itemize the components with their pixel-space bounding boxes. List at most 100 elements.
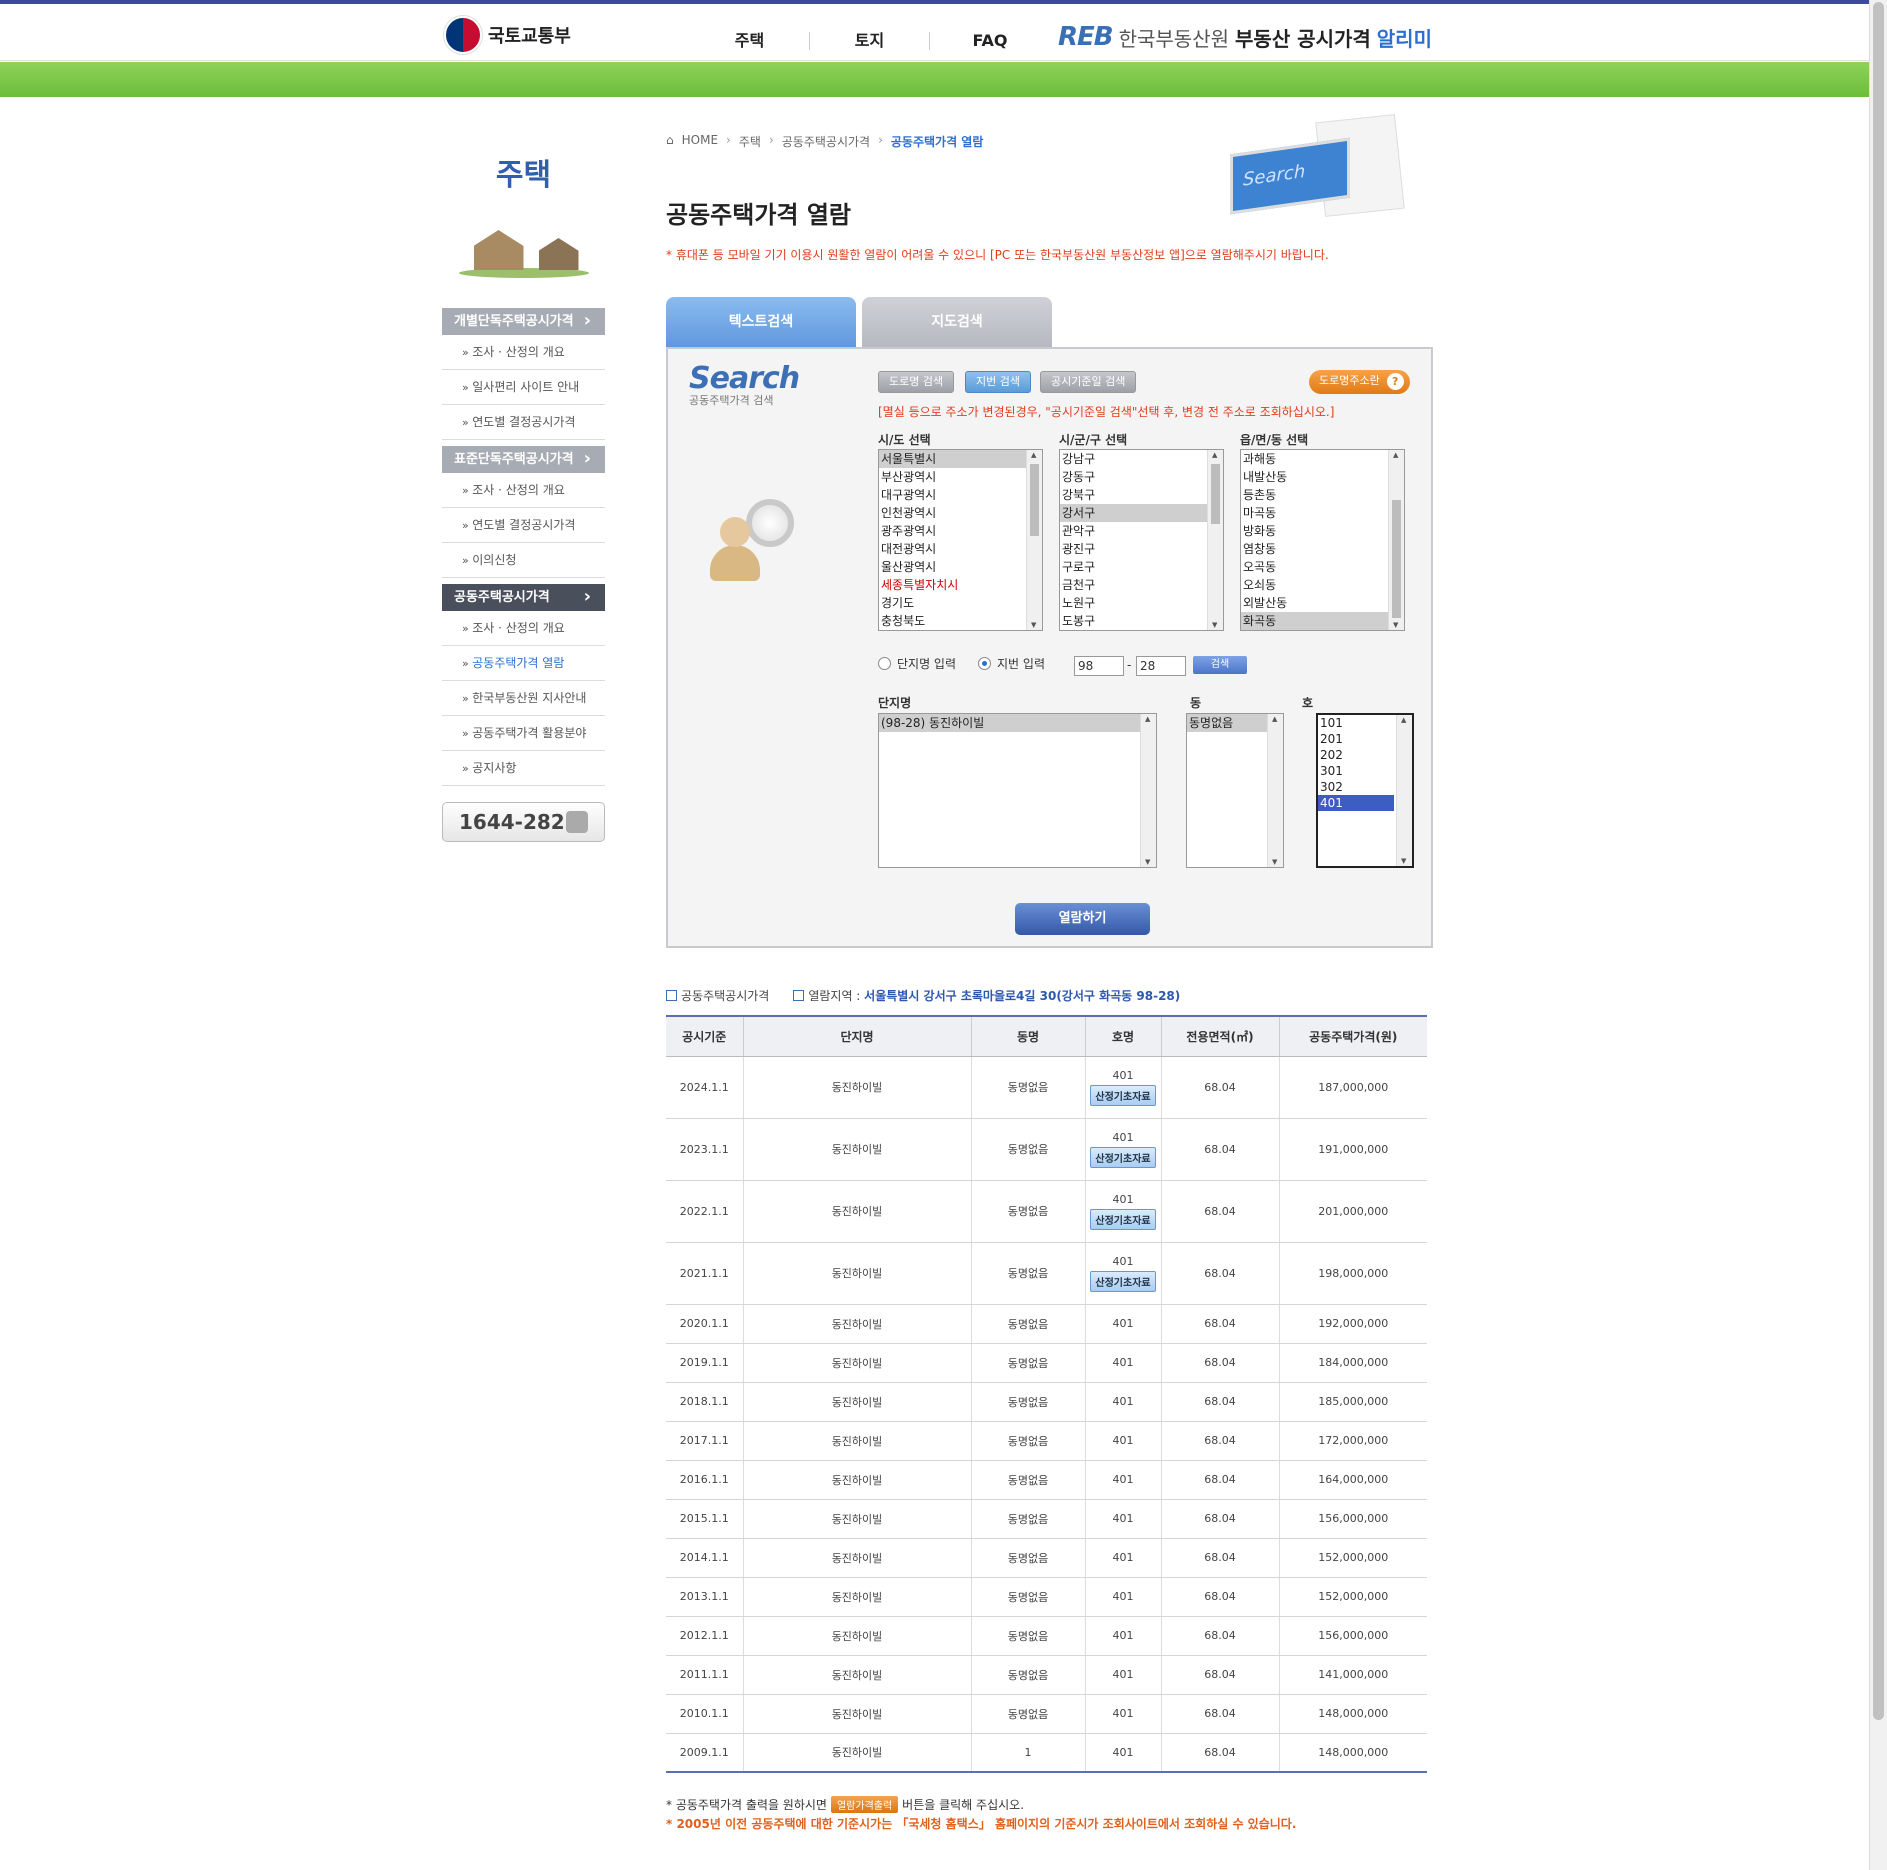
list-option[interactable]: 오쇠동 [1241, 576, 1404, 594]
cell-price: 198,000,000 [1279, 1242, 1427, 1305]
road-search-button[interactable]: 도로명 검색 [878, 371, 955, 393]
list-option[interactable]: 광진구 [1060, 540, 1223, 558]
search-tabs: 텍스트검색 지도검색 [666, 297, 1052, 347]
list-option[interactable]: 101 [1318, 715, 1394, 731]
print-price-button[interactable]: 열람가격출력 [830, 1796, 899, 1813]
lot-sub-input[interactable]: 28 [1136, 656, 1186, 676]
list-option[interactable]: 202 [1318, 747, 1394, 763]
list-option[interactable]: 노원구 [1060, 594, 1223, 612]
sidebar-item[interactable]: 이의신청 [442, 543, 605, 578]
lot-search-button[interactable]: 지번 검색 [965, 371, 1031, 393]
road-address-info-button[interactable]: 도로명주소란? [1309, 370, 1410, 394]
list-option[interactable]: 강북구 [1060, 486, 1223, 504]
breadcrumb-apt-price[interactable]: 공동주택공시가격 [782, 133, 870, 150]
sidebar-group-0[interactable]: 개별단독주택공시가격 [442, 307, 605, 335]
table-row: 2012.1.1 동진하이빌 동명없음 401 68.04 156,000,000 [666, 1616, 1427, 1656]
list-option[interactable]: 내발산동 [1241, 468, 1404, 486]
nav-faq[interactable]: FAQ [930, 32, 1050, 50]
list-option[interactable]: 세종특별자치시 [879, 576, 1042, 594]
gov-logo-text: 국토교통부 [488, 26, 571, 47]
list-option[interactable]: 서울특별시 [879, 450, 1042, 468]
sidebar-item[interactable]: 조사 · 산정의 개요 [442, 611, 605, 646]
list-scrollbar[interactable]: ▲ ▼ [1267, 714, 1283, 867]
list-option[interactable]: 대구광역시 [879, 486, 1042, 504]
calc-basis-button[interactable]: 산정기초자료 [1090, 1270, 1156, 1292]
list-option[interactable]: 강서구 [1060, 504, 1223, 522]
tab-text-search[interactable]: 텍스트검색 [666, 297, 856, 347]
list-option[interactable]: 금천구 [1060, 576, 1223, 594]
cell-name: 동진하이빌 [743, 1304, 972, 1344]
lot-main-input[interactable]: 98 [1074, 656, 1124, 676]
sidebar-group-1[interactable]: 표준단독주택공시가격 [442, 445, 605, 473]
base-date-search-button[interactable]: 공시기준일 검색 [1040, 371, 1137, 393]
list-option[interactable]: (98-28) 동진하이빌 [879, 714, 1156, 732]
nav-land[interactable]: 토지 [810, 32, 930, 50]
list-option[interactable]: 201 [1318, 731, 1394, 747]
list-option[interactable]: 외발산동 [1241, 594, 1404, 612]
list-option[interactable]: 부산광역시 [879, 468, 1042, 486]
radio-lot-number[interactable] [978, 657, 992, 670]
tab-map-search[interactable]: 지도검색 [862, 297, 1052, 347]
list-option[interactable]: 오곡동 [1241, 558, 1404, 576]
list-option[interactable]: 구로구 [1060, 558, 1223, 576]
sigungu-select[interactable]: 강남구 강동구 강북구 강서구 관악구 광진구 구로구 금천구 노원구 도봉구 ▲ ▼ [1059, 449, 1224, 631]
col-building: 동명 [971, 1015, 1086, 1057]
building-select[interactable]: 동명없음 ▲ ▼ [1186, 713, 1284, 868]
breadcrumb-home[interactable]: HOME [682, 133, 718, 150]
cell-dong: 동명없음 [971, 1382, 1086, 1422]
brand-logo[interactable]: REB 한국부동산원 부동산 공시가격 알리미 [1058, 22, 1432, 52]
view-button[interactable]: 열람하기 [1015, 903, 1150, 935]
radio-complex-name[interactable] [878, 657, 891, 670]
list-scrollbar[interactable]: ▲ ▼ [1026, 450, 1042, 630]
nav-housing[interactable]: 주택 [690, 32, 810, 50]
sidebar-item[interactable]: 한국부동산원 지사안내 [442, 681, 605, 716]
unit-select[interactable]: 101 201 202 301 302 401 ▲ ▼ [1316, 713, 1414, 868]
list-scrollbar[interactable]: ▲ ▼ [1388, 450, 1404, 630]
complex-select[interactable]: (98-28) 동진하이빌 ▲ ▼ [878, 713, 1157, 868]
sidebar-item[interactable]: 조사 · 산정의 개요 [442, 473, 605, 508]
list-option[interactable]: 대전광역시 [879, 540, 1042, 558]
list-option[interactable]: 과해동 [1241, 450, 1404, 468]
list-scrollbar[interactable]: ▲ ▼ [1207, 450, 1223, 630]
calc-basis-button[interactable]: 산정기초자료 [1090, 1208, 1156, 1230]
list-option[interactable]: 염창동 [1241, 540, 1404, 558]
list-scrollbar[interactable]: ▲ ▼ [1396, 715, 1412, 866]
sido-select[interactable]: 서울특별시 부산광역시 대구광역시 인천광역시 광주광역시 대전광역시 울산광역시 세종특별자… [878, 449, 1043, 631]
list-option[interactable]: 강동구 [1060, 468, 1223, 486]
page-scrollbar[interactable] [1869, 0, 1887, 1870]
table-row: 2018.1.1 동진하이빌 동명없음 401 68.04 185,000,000 [666, 1382, 1427, 1422]
lot-search-go-button[interactable]: 검색 [1193, 656, 1247, 674]
calc-basis-button[interactable]: 산정기초자료 [1090, 1084, 1156, 1106]
list-option[interactable]: 301 [1318, 763, 1394, 779]
sidebar-item[interactable]: 공동주택가격 열람 [442, 646, 605, 681]
breadcrumb-housing[interactable]: 주택 [739, 133, 761, 150]
list-option[interactable]: 관악구 [1060, 522, 1223, 540]
dong-select[interactable]: 과해동 내발산동 등촌동 마곡동 방화동 염창동 오곡동 오쇠동 외발산동 화곡동 ▲ ▼ [1240, 449, 1405, 631]
table-row: 2019.1.1 동진하이빌 동명없음 401 68.04 184,000,000 [666, 1343, 1427, 1383]
list-option[interactable]: 경기도 [879, 594, 1042, 612]
sidebar-item[interactable]: 일사편리 사이트 안내 [442, 370, 605, 405]
list-option[interactable]: 등촌동 [1241, 486, 1404, 504]
sidebar-item[interactable]: 조사 · 산정의 개요 [442, 335, 605, 370]
list-option[interactable]: 401 [1318, 795, 1394, 811]
sidebar-item[interactable]: 연도별 결정공시가격 [442, 405, 605, 440]
list-option[interactable]: 인천광역시 [879, 504, 1042, 522]
gov-logo[interactable]: 국토교통부 [444, 16, 571, 54]
list-option[interactable]: 화곡동 [1241, 612, 1404, 630]
list-scrollbar[interactable]: ▲ ▼ [1140, 714, 1156, 867]
cell-date: 2024.1.1 [666, 1056, 744, 1119]
list-option[interactable]: 도봉구 [1060, 612, 1223, 630]
sidebar-item[interactable]: 공지사항 [442, 751, 605, 786]
list-option[interactable]: 광주광역시 [879, 522, 1042, 540]
list-option[interactable]: 충청북도 [879, 612, 1042, 630]
sidebar-group-2[interactable]: 공동주택공시가격 [442, 583, 605, 611]
list-option[interactable]: 마곡동 [1241, 504, 1404, 522]
list-option[interactable]: 울산광역시 [879, 558, 1042, 576]
sidebar-item[interactable]: 공동주택가격 활용분야 [442, 716, 605, 751]
list-option[interactable]: 302 [1318, 779, 1394, 795]
cell-price: 172,000,000 [1279, 1421, 1427, 1461]
sidebar-item[interactable]: 연도별 결정공시가격 [442, 508, 605, 543]
calc-basis-button[interactable]: 산정기초자료 [1090, 1146, 1156, 1168]
list-option[interactable]: 방화동 [1241, 522, 1404, 540]
list-option[interactable]: 강남구 [1060, 450, 1223, 468]
